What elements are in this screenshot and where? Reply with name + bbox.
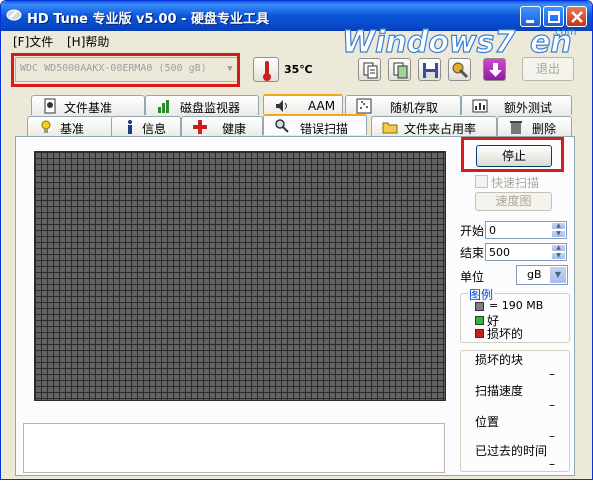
magnifier-icon <box>275 119 289 133</box>
tab-extra-tests[interactable]: 额外测试 <box>461 95 572 115</box>
bottom-edge <box>0 480 593 484</box>
spin-up-icon[interactable]: ▲ <box>551 222 566 230</box>
start-value: 0 <box>489 224 496 237</box>
spin-down-icon[interactable]: ▼ <box>551 252 566 260</box>
chevron-down-icon: ▼ <box>550 267 566 283</box>
start-spinner[interactable]: ▲ ▼ <box>551 222 566 238</box>
tab-random-access[interactable]: 随机存取 <box>345 95 461 115</box>
tab-erase[interactable]: 删除 <box>497 116 572 136</box>
tab-label: 删除 <box>532 122 557 136</box>
random-access-icon <box>356 98 372 114</box>
end-spinner[interactable]: ▲ ▼ <box>551 244 566 260</box>
legend-block-size: = 190 MB <box>489 299 544 312</box>
hd-tune-app-icon <box>6 9 22 21</box>
exit-button[interactable]: 退出 <box>522 57 574 81</box>
minimize-button[interactable] <box>520 6 541 27</box>
save-icon <box>423 63 438 78</box>
tab-label: 基准 <box>60 122 85 136</box>
download-button[interactable] <box>483 58 506 81</box>
tab-info[interactable]: 信息 <box>111 116 181 136</box>
unit-select[interactable]: gB ▼ <box>516 265 568 285</box>
elapsed-time-label: 已过去的时间 <box>475 444 548 458</box>
tab-label: 额外测试 <box>504 101 553 115</box>
elapsed-time-value: – <box>549 457 555 471</box>
legend-bad-swatch <box>475 329 484 338</box>
info-icon <box>128 120 132 134</box>
maximize-button[interactable] <box>543 6 564 27</box>
spin-up-icon[interactable]: ▲ <box>551 244 566 252</box>
start-input[interactable]: 0 ▲ ▼ <box>485 221 567 239</box>
tab-label: 文件夹占用率 <box>404 122 477 136</box>
tab-label: AAM <box>308 99 336 113</box>
legend-good-swatch <box>475 316 484 325</box>
thermometer-icon <box>263 61 271 81</box>
drive-highlight-box <box>11 53 240 87</box>
tools-icon <box>452 62 469 79</box>
copy-text-button[interactable] <box>358 58 381 81</box>
tab-file-benchmark[interactable]: 文件基准 <box>31 95 145 115</box>
end-label: 结束 <box>460 246 485 260</box>
tab-label: 信息 <box>142 122 167 136</box>
speed-map-button[interactable]: 速度图 <box>475 192 552 211</box>
legend-block-swatch <box>475 302 484 311</box>
close-button[interactable] <box>566 6 587 27</box>
scan-speed-label: 扫描速度 <box>475 384 524 398</box>
damaged-blocks-value: – <box>549 367 555 381</box>
window-title: HD Tune 专业版 v5.00 - 硬盘专业工具 <box>27 12 270 27</box>
app-window: HD Tune 专业版 v5.00 - 硬盘专业工具 Windows7 en .… <box>0 0 593 480</box>
download-arrow-icon <box>489 63 502 77</box>
tab-error-scan[interactable]: 错误扫描 <box>263 114 367 136</box>
copy-screenshot-button[interactable] <box>388 58 411 81</box>
temperature-value: 35℃ <box>284 63 313 76</box>
tab-benchmark[interactable]: 基准 <box>27 116 113 136</box>
quick-scan-label: 快速扫描 <box>491 176 540 190</box>
copy-icon <box>363 62 378 79</box>
tab-health[interactable]: 健康 <box>181 116 263 136</box>
position-label: 位置 <box>475 415 500 429</box>
end-input[interactable]: 500 ▲ ▼ <box>485 243 567 261</box>
trash-icon <box>510 121 522 134</box>
extra-tests-icon <box>472 99 488 113</box>
speaker-icon <box>276 100 287 112</box>
menu-bar: [F]文件 [H]帮助 <box>1 31 592 51</box>
tab-label: 错误扫描 <box>300 122 349 136</box>
tab-folder-usage[interactable]: 文件夹占用率 <box>371 116 497 136</box>
close-icon <box>571 11 583 23</box>
screenshot-icon <box>393 62 408 79</box>
quick-scan-checkbox[interactable] <box>475 175 488 188</box>
unit-label: 单位 <box>460 270 485 284</box>
temperature-button[interactable] <box>253 57 279 82</box>
scan-block-grid <box>34 151 446 401</box>
tab-label: 健康 <box>222 122 247 136</box>
start-label: 开始 <box>460 224 485 238</box>
health-cross-icon <box>193 120 207 134</box>
tab-label: 随机存取 <box>390 101 439 115</box>
save-button[interactable] <box>418 58 441 81</box>
file-benchmark-icon <box>44 98 56 114</box>
benchmark-icon <box>41 120 51 133</box>
tab-label: 文件基准 <box>64 101 113 115</box>
scan-log-box[interactable] <box>23 423 445 473</box>
maximize-icon <box>548 11 560 23</box>
tab-aam[interactable]: AAM <box>263 94 343 114</box>
disk-monitor-icon <box>158 100 169 113</box>
tab-label: 磁盘监视器 <box>180 101 241 115</box>
legend-bad-label: 损坏的 <box>487 327 524 341</box>
folder-icon <box>382 122 398 134</box>
stop-highlight-box <box>461 137 564 172</box>
end-value: 500 <box>489 246 510 259</box>
menu-file[interactable]: [F]文件 <box>13 33 53 50</box>
minimize-icon <box>526 20 534 23</box>
scan-speed-value: – <box>549 398 555 412</box>
menu-help[interactable]: [H]帮助 <box>67 33 109 50</box>
unit-value: gB <box>527 268 542 281</box>
position-value: – <box>549 429 555 443</box>
tab-disk-monitor[interactable]: 磁盘监视器 <box>145 95 259 115</box>
spin-down-icon[interactable]: ▼ <box>551 230 566 238</box>
title-bar[interactable]: HD Tune 专业版 v5.00 - 硬盘专业工具 <box>1 1 592 31</box>
options-button[interactable] <box>448 58 471 81</box>
damaged-blocks-label: 损坏的块 <box>475 353 524 367</box>
